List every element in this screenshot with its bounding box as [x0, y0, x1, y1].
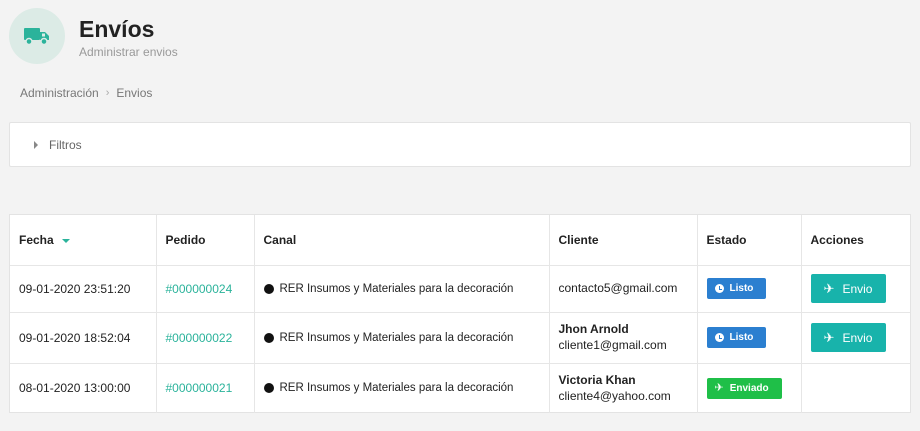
- client-email: cliente4@yahoo.com: [558, 388, 671, 403]
- cell-canal: RER Insumos y Materiales para la decorac…: [263, 331, 540, 344]
- cell-fecha: 09-01-2020 18:52:04: [10, 312, 157, 364]
- client-name: Victoria Khan: [558, 372, 636, 387]
- channel-dot-icon: [263, 332, 274, 343]
- order-link[interactable]: #000000021: [166, 381, 233, 395]
- cell-cliente: Victoria Khan cliente4@yahoo.com: [549, 363, 698, 413]
- sort-desc-icon: [61, 238, 70, 243]
- clock-icon: [714, 333, 724, 342]
- table-row: 09-01-2020 23:51:20 #000000024 RER Insum…: [10, 265, 910, 313]
- order-link[interactable]: #000000024: [166, 282, 233, 296]
- cell-canal: RER Insumos y Materiales para la decorac…: [263, 382, 540, 395]
- cell-fecha: 08-01-2020 13:00:00: [10, 363, 157, 413]
- breadcrumb-item-administracion[interactable]: Administración: [20, 86, 99, 100]
- column-header-acciones: Acciones: [801, 215, 910, 266]
- column-header-cliente: Cliente: [549, 215, 698, 266]
- plane-icon: ✈: [823, 281, 835, 296]
- cell-cliente: Jhon Arnold cliente1@gmail.com: [549, 312, 698, 364]
- breadcrumb-item-envios: Envios: [116, 86, 153, 100]
- table-row: 08-01-2020 13:00:00 #000000021 RER Insum…: [10, 363, 910, 413]
- channel-dot-icon: [263, 383, 274, 394]
- order-link[interactable]: #000000022: [166, 331, 233, 345]
- table-row: 09-01-2020 18:52:04 #000000022 RER Insum…: [10, 312, 910, 364]
- plane-icon: ✈: [823, 330, 835, 345]
- page-header: Envíos Administrar envios: [9, 8, 409, 64]
- column-header-pedido: Pedido: [156, 215, 255, 266]
- column-header-fecha[interactable]: Fecha: [10, 215, 157, 266]
- column-header-estado: Estado: [697, 215, 802, 266]
- status-badge: ✈ Enviado: [706, 377, 782, 399]
- channel-label: RER Insumos y Materiales para la decorac…: [279, 382, 514, 395]
- page-title: Envíos: [79, 16, 155, 42]
- cell-cliente: contacto5@gmail.com: [549, 265, 698, 313]
- channel-label: RER Insumos y Materiales para la decorac…: [279, 331, 514, 344]
- status-badge: Listo: [706, 327, 767, 348]
- client-name: Jhon Arnold: [558, 322, 629, 336]
- caret-right-icon: [34, 140, 38, 149]
- shipments-table: Fecha Pedido Canal Cliente Estado Accion…: [9, 214, 911, 413]
- ship-button[interactable]: ✈ Envio: [810, 274, 886, 303]
- cell-fecha: 09-01-2020 23:51:20: [10, 265, 157, 313]
- channel-dot-icon: [263, 283, 274, 294]
- status-badge: Listo: [706, 278, 767, 299]
- header-icon-circle: [9, 8, 65, 64]
- cell-acciones-empty: [801, 363, 910, 413]
- filters-label: Filtros: [49, 137, 82, 152]
- page-subtitle: Administrar envios: [79, 45, 178, 59]
- table-header-row: Fecha Pedido Canal Cliente Estado Accion…: [10, 215, 910, 266]
- client-email: contacto5@gmail.com: [558, 281, 678, 295]
- column-header-canal: Canal: [254, 215, 550, 266]
- truck-icon: [24, 28, 49, 46]
- filters-toggle[interactable]: Filtros: [9, 122, 911, 167]
- client-email: cliente1@gmail.com: [558, 338, 667, 352]
- ship-button[interactable]: ✈ Envio: [810, 323, 886, 352]
- plane-icon: ✈: [714, 381, 724, 394]
- breadcrumb: Administración › Envios: [20, 86, 152, 100]
- clock-icon: [714, 284, 724, 293]
- cell-canal: RER Insumos y Materiales para la decorac…: [263, 282, 540, 295]
- channel-label: RER Insumos y Materiales para la decorac…: [279, 282, 514, 295]
- chevron-right-icon: ›: [105, 87, 110, 99]
